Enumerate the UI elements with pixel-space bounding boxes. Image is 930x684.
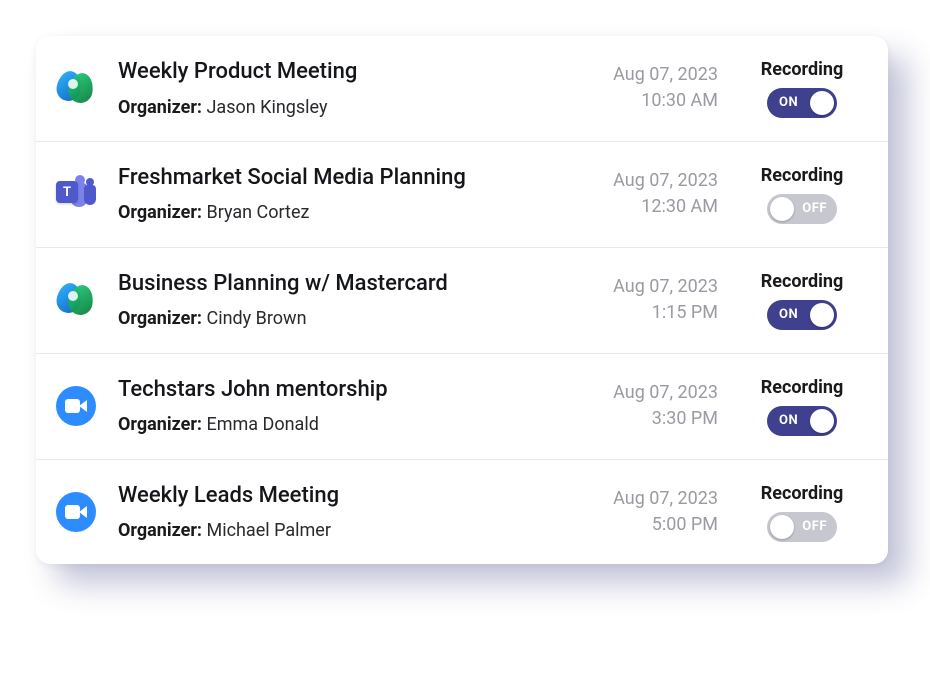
meeting-info: Business Planning w/ Mastercard Organize…	[118, 270, 568, 331]
meeting-time: 3:30 PM	[568, 406, 718, 432]
organizer-name: Michael Palmer	[206, 520, 330, 541]
organizer-name: Emma Donald	[206, 414, 318, 435]
organizer-line: Organizer: Michael Palmer	[118, 519, 568, 542]
recording-label: Recording	[761, 59, 844, 80]
recording-toggle[interactable]: OFF	[767, 194, 837, 224]
recording-column: Recording OFF	[742, 483, 862, 542]
meeting-date: Aug 07, 2023	[568, 274, 718, 300]
organizer-line: Organizer: Cindy Brown	[118, 307, 568, 330]
organizer-label: Organizer:	[118, 97, 202, 118]
toggle-knob	[810, 303, 834, 327]
toggle-knob	[810, 409, 834, 433]
meeting-title: Weekly Product Meeting	[118, 58, 568, 86]
toggle-knob	[770, 515, 794, 539]
meeting-row[interactable]: Weekly Product Meeting Organizer: Jason …	[36, 36, 888, 142]
recording-column: Recording ON	[742, 271, 862, 330]
meeting-date: Aug 07, 2023	[568, 486, 718, 512]
toggle-on-text: ON	[779, 95, 798, 110]
meeting-title: Weekly Leads Meeting	[118, 482, 568, 510]
meeting-title: Techstars John mentorship	[118, 376, 568, 404]
toggle-knob	[770, 197, 794, 221]
teams-icon: T	[54, 172, 98, 216]
toggle-knob	[810, 91, 834, 115]
recording-label: Recording	[761, 377, 844, 398]
organizer-name: Cindy Brown	[206, 308, 306, 329]
recording-label: Recording	[761, 483, 844, 504]
recording-column: Recording ON	[742, 377, 862, 436]
meeting-datetime: Aug 07, 2023 12:30 AM	[568, 168, 718, 220]
recording-toggle[interactable]: ON	[767, 88, 837, 118]
organizer-label: Organizer:	[118, 520, 202, 541]
zoom-icon	[54, 490, 98, 534]
meeting-time: 5:00 PM	[568, 512, 718, 538]
meeting-title: Freshmarket Social Media Planning	[118, 164, 568, 192]
meeting-info: Techstars John mentorship Organizer: Emm…	[118, 376, 568, 437]
meeting-info: Weekly Leads Meeting Organizer: Michael …	[118, 482, 568, 543]
organizer-label: Organizer:	[118, 202, 202, 223]
toggle-off-text: OFF	[802, 201, 827, 216]
meeting-date: Aug 07, 2023	[568, 168, 718, 194]
meeting-row[interactable]: Business Planning w/ Mastercard Organize…	[36, 248, 888, 354]
meeting-datetime: Aug 07, 2023 1:15 PM	[568, 274, 718, 326]
meeting-date: Aug 07, 2023	[568, 62, 718, 88]
organizer-name: Bryan Cortez	[206, 202, 309, 223]
meeting-datetime: Aug 07, 2023 3:30 PM	[568, 380, 718, 432]
organizer-name: Jason Kingsley	[206, 97, 327, 118]
recording-column: Recording ON	[742, 59, 862, 118]
meeting-info: Freshmarket Social Media Planning Organi…	[118, 164, 568, 225]
meeting-row[interactable]: T Freshmarket Social Media Planning Orga…	[36, 142, 888, 248]
organizer-label: Organizer:	[118, 308, 202, 329]
meeting-info: Weekly Product Meeting Organizer: Jason …	[118, 58, 568, 119]
organizer-line: Organizer: Jason Kingsley	[118, 96, 568, 119]
meeting-time: 1:15 PM	[568, 300, 718, 326]
recording-toggle[interactable]: OFF	[767, 512, 837, 542]
recording-toggle[interactable]: ON	[767, 300, 837, 330]
toggle-on-text: ON	[779, 413, 798, 428]
meeting-row[interactable]: Weekly Leads Meeting Organizer: Michael …	[36, 460, 888, 565]
organizer-label: Organizer:	[118, 414, 202, 435]
webex-icon	[54, 278, 98, 322]
organizer-line: Organizer: Bryan Cortez	[118, 201, 568, 224]
meeting-datetime: Aug 07, 2023 5:00 PM	[568, 486, 718, 538]
organizer-line: Organizer: Emma Donald	[118, 413, 568, 436]
webex-icon	[54, 66, 98, 110]
toggle-on-text: ON	[779, 307, 798, 322]
recording-label: Recording	[761, 165, 844, 186]
meeting-time: 12:30 AM	[568, 194, 718, 220]
meeting-datetime: Aug 07, 2023 10:30 AM	[568, 62, 718, 114]
recording-toggle[interactable]: ON	[767, 406, 837, 436]
toggle-off-text: OFF	[802, 519, 827, 534]
recording-column: Recording OFF	[742, 165, 862, 224]
meeting-row[interactable]: Techstars John mentorship Organizer: Emm…	[36, 354, 888, 460]
meeting-title: Business Planning w/ Mastercard	[118, 270, 568, 298]
recording-label: Recording	[761, 271, 844, 292]
meetings-card: Weekly Product Meeting Organizer: Jason …	[36, 36, 888, 564]
meeting-time: 10:30 AM	[568, 88, 718, 114]
zoom-icon	[54, 384, 98, 428]
meeting-date: Aug 07, 2023	[568, 380, 718, 406]
